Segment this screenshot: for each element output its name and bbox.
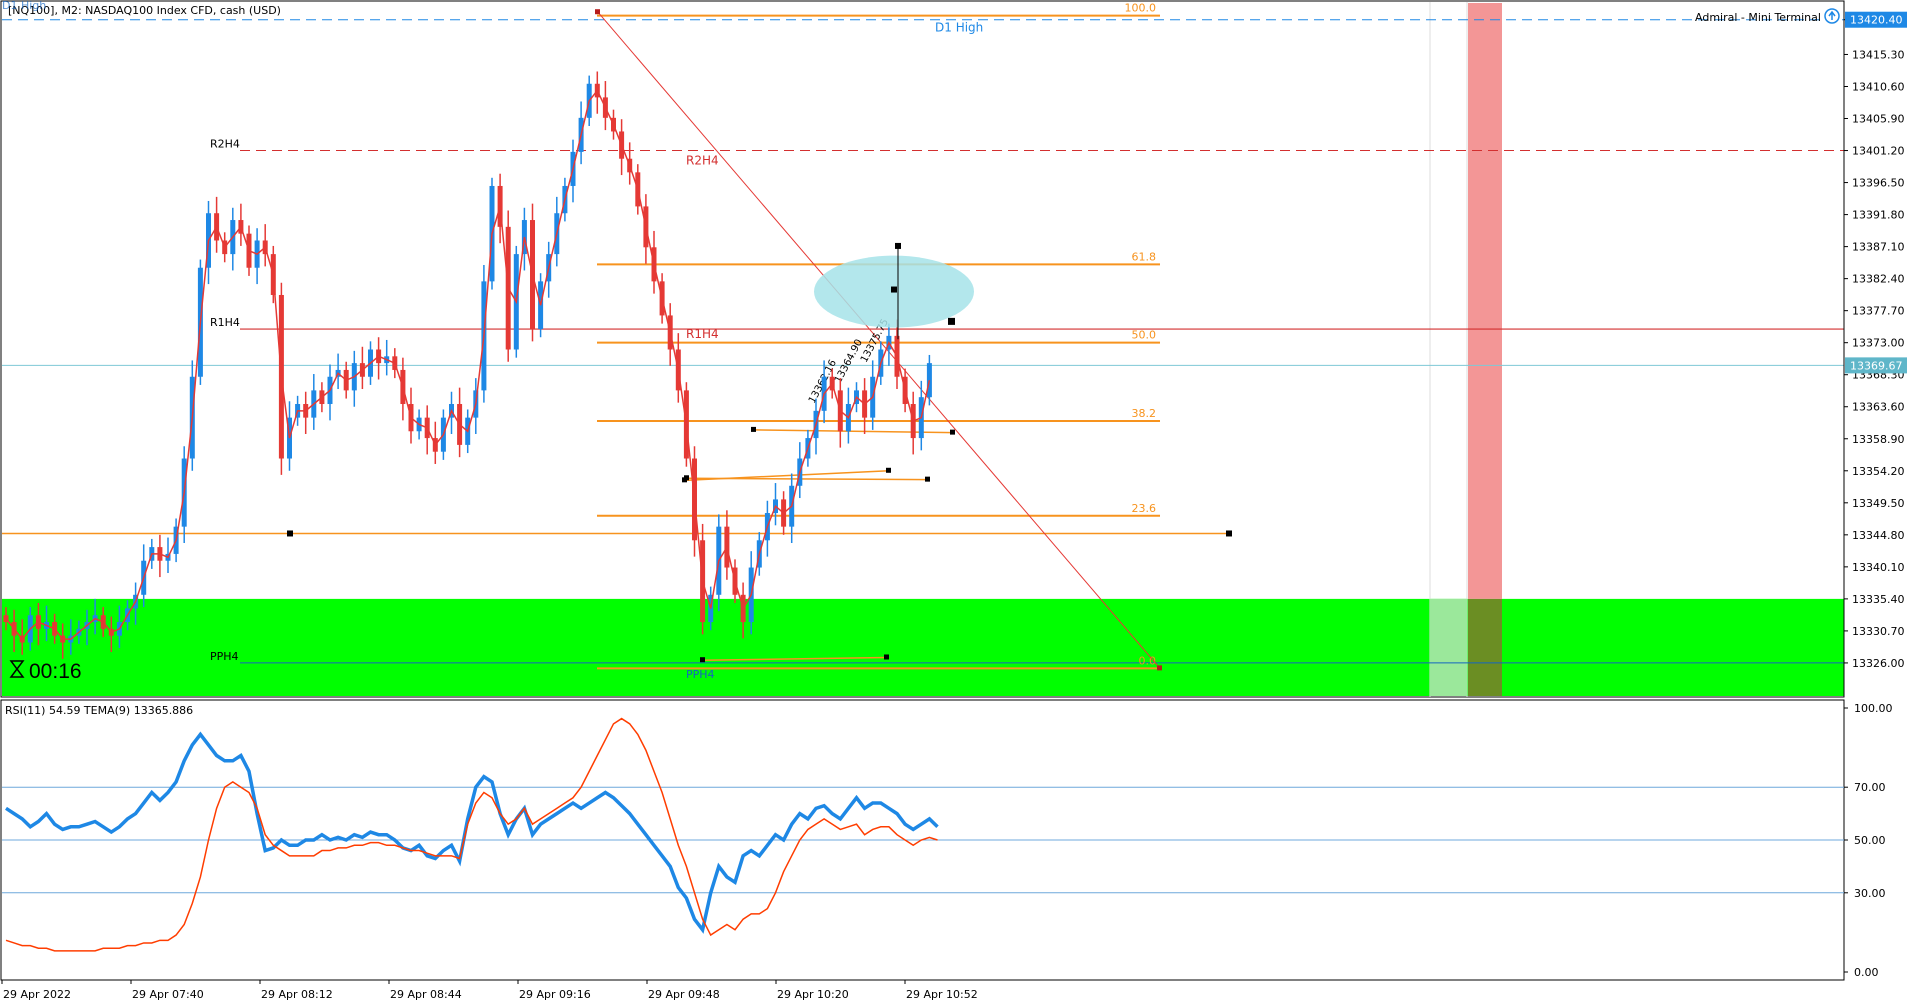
time-tick-label: 29 Apr 10:20 [777, 988, 849, 1001]
fib-level-label: 100.0 [1125, 2, 1157, 15]
r1-mid-label: R1H4 [686, 327, 719, 341]
fib-anchor[interactable] [595, 9, 600, 15]
price-tick-label: 13330.70 [1852, 625, 1905, 638]
oscillator-title: RSI(11) 54.59 TEMA(9) 13365.886 [5, 704, 193, 717]
r2-label: R2H4 [210, 138, 240, 151]
price-tick-label: 13401.20 [1852, 145, 1905, 158]
time-tick-label: 29 Apr 09:48 [648, 988, 720, 1001]
osc-tick-label: 50.00 [1854, 834, 1886, 847]
marker-point[interactable] [895, 242, 901, 249]
fib-anchor[interactable] [1157, 665, 1162, 671]
price-tick-label: 13335.40 [1852, 593, 1905, 606]
price-tick-label: 13344.80 [1852, 529, 1905, 542]
fib-level-label: 23.6 [1132, 502, 1157, 515]
demand-zone[interactable] [2, 598, 1844, 696]
corner-label: D1 High [2, 0, 46, 12]
d1-high-label: D1 High [935, 21, 983, 35]
candle-body[interactable] [926, 363, 932, 398]
price-panel[interactable] [0, 0, 1845, 698]
zone-box-dark[interactable] [1468, 598, 1502, 696]
anchor-point[interactable] [884, 654, 889, 660]
price-tick-label: 13405.90 [1852, 113, 1905, 126]
terminal-label[interactable]: Admiral - Mini Terminal [1695, 11, 1821, 24]
red-zone[interactable] [1468, 3, 1502, 599]
r1-label: R1H4 [210, 316, 240, 329]
osc-tick-label: 0.00 [1854, 966, 1879, 979]
bar-timer: 00:16 [29, 660, 82, 683]
current-price-label: 13369.67 [1850, 359, 1903, 372]
price-tick-label: 13373.00 [1852, 337, 1905, 350]
anchor-point[interactable] [886, 467, 891, 473]
price-tick-label: 13377.70 [1852, 305, 1905, 318]
price-tick-label: 13415.30 [1852, 48, 1905, 61]
terminal-icon[interactable] [1824, 8, 1840, 24]
price-tick-label: 13382.40 [1852, 273, 1905, 286]
time-tick-label: 29 Apr 2022 [3, 988, 71, 1001]
fib-level-label: 38.2 [1132, 407, 1157, 420]
chart-title: [NQ100], M2: NASDAQ100 Index CFD, cash (… [8, 4, 281, 17]
trading-chart[interactable]: D1 High R2H4 R2H4 R1H4 R1H4 PPH4 PPH4 100.0 61.… [0, 0, 1912, 1002]
pp-mid-label: PPH4 [686, 668, 715, 681]
price-tick-label: 13410.60 [1852, 80, 1905, 93]
price-tick-label: 13391.80 [1852, 209, 1905, 222]
time-tick-label: 29 Apr 09:16 [519, 988, 591, 1001]
anchor-point[interactable] [287, 530, 293, 537]
price-tick-label: 13326.00 [1852, 657, 1905, 670]
osc-tick-label: 70.00 [1854, 781, 1886, 794]
anchor-point[interactable] [751, 426, 756, 432]
price-tick-label: 13387.10 [1852, 241, 1905, 254]
anchor-point[interactable] [700, 657, 705, 663]
high-price-label: 13420.40 [1850, 14, 1903, 27]
pp-label: PPH4 [210, 650, 239, 663]
time-tick-label: 29 Apr 07:40 [132, 988, 204, 1001]
r2-mid-label: R2H4 [686, 154, 719, 168]
price-tick-label: 13358.90 [1852, 433, 1905, 446]
fib-level-label: 50.0 [1132, 329, 1157, 342]
time-tick-label: 29 Apr 08:12 [261, 988, 333, 1001]
anchor-point[interactable] [950, 429, 955, 435]
price-tick-label: 13354.20 [1852, 465, 1905, 478]
anchor-point[interactable] [1226, 530, 1232, 537]
time-tick-label: 29 Apr 10:52 [906, 988, 978, 1001]
price-tick-label: 13340.10 [1852, 561, 1905, 574]
time-tick-label: 29 Apr 08:44 [390, 988, 462, 1001]
price-tick-label: 13396.50 [1852, 177, 1905, 190]
zone-box-light[interactable] [1430, 598, 1467, 696]
price-tick-label: 13349.50 [1852, 497, 1905, 510]
marker-point[interactable] [891, 286, 897, 293]
osc-tick-label: 100.00 [1854, 702, 1893, 715]
fib-level-label: 61.8 [1132, 250, 1157, 263]
price-tick-label: 13363.60 [1852, 401, 1905, 414]
anchor-point[interactable] [684, 475, 689, 481]
anchor-point[interactable] [925, 476, 930, 482]
marker-point[interactable] [948, 317, 955, 325]
osc-tick-label: 30.00 [1854, 887, 1886, 900]
